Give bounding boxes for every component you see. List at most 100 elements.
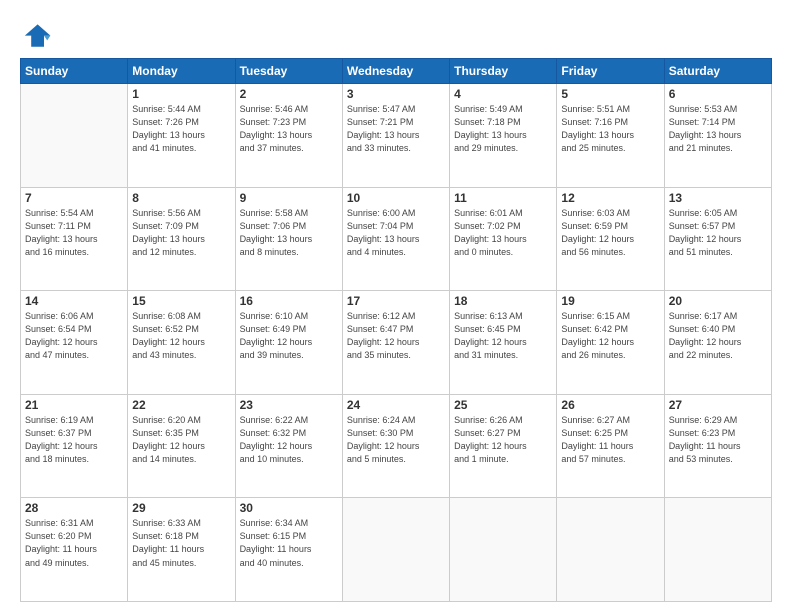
calendar-cell: 24 Sunrise: 6:24 AM Sunset: 6:30 PM Dayli… (342, 394, 449, 498)
logo (20, 18, 56, 50)
day-info: Sunrise: 6:17 AM Sunset: 6:40 PM Dayligh… (669, 310, 767, 362)
weekday-header-saturday: Saturday (664, 59, 771, 84)
day-number: 22 (132, 398, 230, 412)
calendar-cell (664, 498, 771, 602)
calendar-cell (450, 498, 557, 602)
calendar-cell: 6Sunrise: 5:53 AM Sunset: 7:14 PM Daylig… (664, 84, 771, 188)
calendar-cell (557, 498, 664, 602)
calendar-cell: 7 Sunrise: 5:54 AM Sunset: 7:11 PM Daylig… (21, 187, 128, 291)
day-number: 27 (669, 398, 767, 412)
weekday-header-friday: Friday (557, 59, 664, 84)
day-number: 8 (132, 191, 230, 205)
day-number: 4 (454, 87, 552, 101)
logo-icon (20, 18, 52, 50)
calendar-cell: 9 Sunrise: 5:58 AM Sunset: 7:06 PM Daylig… (235, 187, 342, 291)
day-number: 6 (669, 87, 767, 101)
calendar-cell: 28Sunrise: 6:31 AM Sunset: 6:20 PM Dayli… (21, 498, 128, 602)
calendar-cell: 3 Sunrise: 5:47 AM Sunset: 7:21 PM Daylig… (342, 84, 449, 188)
day-number: 10 (347, 191, 445, 205)
calendar-week-4: 21Sunrise: 6:19 AM Sunset: 6:37 PM Dayli… (21, 394, 772, 498)
day-info: Sunrise: 6:13 AM Sunset: 6:45 PM Dayligh… (454, 310, 552, 362)
weekday-header-tuesday: Tuesday (235, 59, 342, 84)
day-number: 2 (240, 87, 338, 101)
calendar-cell (342, 498, 449, 602)
day-info: Sunrise: 5:47 AM Sunset: 7:21 PM Dayligh… (347, 103, 445, 155)
calendar-cell: 1Sunrise: 5:44 AM Sunset: 7:26 PM Daylig… (128, 84, 235, 188)
day-info: Sunrise: 5:58 AM Sunset: 7:06 PM Dayligh… (240, 207, 338, 259)
calendar-cell: 2 Sunrise: 5:46 AM Sunset: 7:23 PM Daylig… (235, 84, 342, 188)
day-number: 15 (132, 294, 230, 308)
weekday-header-wednesday: Wednesday (342, 59, 449, 84)
day-number: 12 (561, 191, 659, 205)
day-number: 21 (25, 398, 123, 412)
day-number: 28 (25, 501, 123, 515)
day-info: Sunrise: 6:06 AM Sunset: 6:54 PM Dayligh… (25, 310, 123, 362)
calendar-cell: 5Sunrise: 5:51 AM Sunset: 7:16 PM Daylig… (557, 84, 664, 188)
calendar-cell: 11Sunrise: 6:01 AM Sunset: 7:02 PM Dayli… (450, 187, 557, 291)
day-number: 25 (454, 398, 552, 412)
day-info: Sunrise: 6:27 AM Sunset: 6:25 PM Dayligh… (561, 414, 659, 466)
day-number: 26 (561, 398, 659, 412)
day-info: Sunrise: 6:08 AM Sunset: 6:52 PM Dayligh… (132, 310, 230, 362)
day-info: Sunrise: 6:03 AM Sunset: 6:59 PM Dayligh… (561, 207, 659, 259)
day-number: 29 (132, 501, 230, 515)
day-number: 1 (132, 87, 230, 101)
day-info: Sunrise: 6:10 AM Sunset: 6:49 PM Dayligh… (240, 310, 338, 362)
weekday-header-monday: Monday (128, 59, 235, 84)
day-info: Sunrise: 5:54 AM Sunset: 7:11 PM Dayligh… (25, 207, 123, 259)
weekday-header-thursday: Thursday (450, 59, 557, 84)
calendar-cell: 21Sunrise: 6:19 AM Sunset: 6:37 PM Dayli… (21, 394, 128, 498)
day-info: Sunrise: 6:01 AM Sunset: 7:02 PM Dayligh… (454, 207, 552, 259)
day-number: 20 (669, 294, 767, 308)
calendar-cell: 15 Sunrise: 6:08 AM Sunset: 6:52 PM Dayli… (128, 291, 235, 395)
calendar-table: SundayMondayTuesdayWednesdayThursdayFrid… (20, 58, 772, 602)
calendar-cell (21, 84, 128, 188)
calendar-cell: 27 Sunrise: 6:29 AM Sunset: 6:23 PM Dayli… (664, 394, 771, 498)
day-number: 18 (454, 294, 552, 308)
calendar-week-2: 7 Sunrise: 5:54 AM Sunset: 7:11 PM Daylig… (21, 187, 772, 291)
calendar-cell: 16 Sunrise: 6:10 AM Sunset: 6:49 PM Dayli… (235, 291, 342, 395)
header (20, 18, 772, 50)
day-info: Sunrise: 6:20 AM Sunset: 6:35 PM Dayligh… (132, 414, 230, 466)
day-info: Sunrise: 6:12 AM Sunset: 6:47 PM Dayligh… (347, 310, 445, 362)
calendar-cell: 14 Sunrise: 6:06 AM Sunset: 6:54 PM Dayli… (21, 291, 128, 395)
day-info: Sunrise: 6:33 AM Sunset: 6:18 PM Dayligh… (132, 517, 230, 569)
day-number: 16 (240, 294, 338, 308)
day-info: Sunrise: 5:56 AM Sunset: 7:09 PM Dayligh… (132, 207, 230, 259)
day-info: Sunrise: 6:29 AM Sunset: 6:23 PM Dayligh… (669, 414, 767, 466)
day-number: 9 (240, 191, 338, 205)
calendar-week-1: 1Sunrise: 5:44 AM Sunset: 7:26 PM Daylig… (21, 84, 772, 188)
calendar-cell: 29 Sunrise: 6:33 AM Sunset: 6:18 PM Dayli… (128, 498, 235, 602)
calendar-cell: 17 Sunrise: 6:12 AM Sunset: 6:47 PM Dayli… (342, 291, 449, 395)
day-number: 7 (25, 191, 123, 205)
day-info: Sunrise: 6:05 AM Sunset: 6:57 PM Dayligh… (669, 207, 767, 259)
day-number: 30 (240, 501, 338, 515)
day-info: Sunrise: 6:15 AM Sunset: 6:42 PM Dayligh… (561, 310, 659, 362)
day-info: Sunrise: 6:26 AM Sunset: 6:27 PM Dayligh… (454, 414, 552, 466)
calendar-cell: 10 Sunrise: 6:00 AM Sunset: 7:04 PM Dayli… (342, 187, 449, 291)
calendar-week-5: 28Sunrise: 6:31 AM Sunset: 6:20 PM Dayli… (21, 498, 772, 602)
day-info: Sunrise: 5:46 AM Sunset: 7:23 PM Dayligh… (240, 103, 338, 155)
day-info: Sunrise: 6:00 AM Sunset: 7:04 PM Dayligh… (347, 207, 445, 259)
calendar-cell: 4 Sunrise: 5:49 AM Sunset: 7:18 PM Daylig… (450, 84, 557, 188)
calendar-week-3: 14 Sunrise: 6:06 AM Sunset: 6:54 PM Dayli… (21, 291, 772, 395)
calendar-cell: 30Sunrise: 6:34 AM Sunset: 6:15 PM Dayli… (235, 498, 342, 602)
day-number: 24 (347, 398, 445, 412)
calendar-header-row: SundayMondayTuesdayWednesdayThursdayFrid… (21, 59, 772, 84)
day-info: Sunrise: 6:24 AM Sunset: 6:30 PM Dayligh… (347, 414, 445, 466)
calendar-cell: 12 Sunrise: 6:03 AM Sunset: 6:59 PM Dayli… (557, 187, 664, 291)
day-info: Sunrise: 5:49 AM Sunset: 7:18 PM Dayligh… (454, 103, 552, 155)
day-number: 3 (347, 87, 445, 101)
page: SundayMondayTuesdayWednesdayThursdayFrid… (0, 0, 792, 612)
day-number: 17 (347, 294, 445, 308)
day-number: 23 (240, 398, 338, 412)
calendar-cell: 25 Sunrise: 6:26 AM Sunset: 6:27 PM Dayli… (450, 394, 557, 498)
calendar-cell: 22 Sunrise: 6:20 AM Sunset: 6:35 PM Dayli… (128, 394, 235, 498)
day-number: 14 (25, 294, 123, 308)
day-info: Sunrise: 5:51 AM Sunset: 7:16 PM Dayligh… (561, 103, 659, 155)
calendar-cell: 8 Sunrise: 5:56 AM Sunset: 7:09 PM Daylig… (128, 187, 235, 291)
calendar-cell: 19 Sunrise: 6:15 AM Sunset: 6:42 PM Dayli… (557, 291, 664, 395)
calendar-cell: 20 Sunrise: 6:17 AM Sunset: 6:40 PM Dayli… (664, 291, 771, 395)
calendar-cell: 13Sunrise: 6:05 AM Sunset: 6:57 PM Dayli… (664, 187, 771, 291)
day-number: 19 (561, 294, 659, 308)
